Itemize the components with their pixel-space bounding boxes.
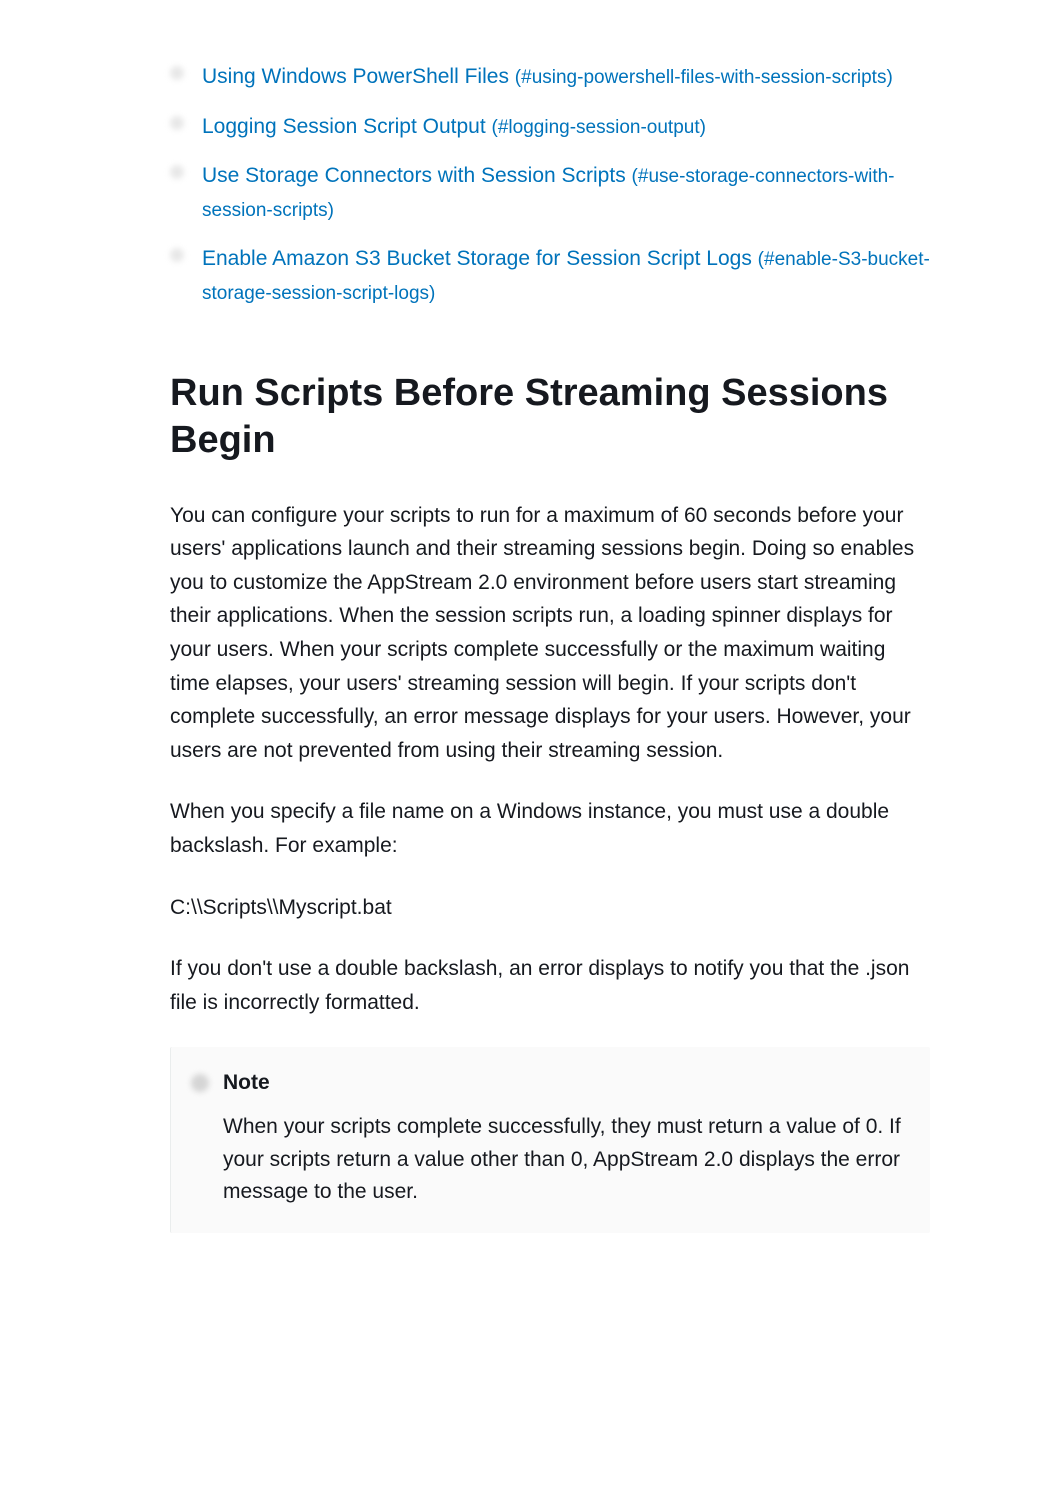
- toc-title: Use Storage Connectors with Session Scri…: [202, 164, 626, 187]
- toc-title: Logging Session Script Output: [202, 115, 486, 138]
- bullet-icon: [170, 165, 184, 179]
- content-wrapper: Using Windows PowerShell Files (#using-p…: [170, 60, 930, 1233]
- note-title: Note: [223, 1071, 270, 1095]
- bullet-icon: [170, 66, 184, 80]
- toc-link-storage-connectors[interactable]: Use Storage Connectors with Session Scri…: [202, 159, 930, 226]
- note-icon: [191, 1074, 209, 1092]
- toc-title: Enable Amazon S3 Bucket Storage for Sess…: [202, 247, 752, 270]
- toc-title: Using Windows PowerShell Files: [202, 65, 509, 88]
- toc-item: Enable Amazon S3 Bucket Storage for Sess…: [170, 242, 930, 309]
- note-box: Note When your scripts complete successf…: [170, 1047, 930, 1233]
- note-header: Note: [191, 1071, 902, 1095]
- toc-link-s3-bucket[interactable]: Enable Amazon S3 Bucket Storage for Sess…: [202, 242, 930, 309]
- paragraph-1: You can configure your scripts to run fo…: [170, 499, 930, 768]
- note-body: When your scripts complete successfully,…: [191, 1111, 902, 1209]
- toc-link-powershell[interactable]: Using Windows PowerShell Files (#using-p…: [202, 60, 893, 94]
- toc-link-logging[interactable]: Logging Session Script Output (#logging-…: [202, 110, 706, 144]
- section-heading: Run Scripts Before Streaming Sessions Be…: [170, 370, 930, 465]
- code-example: C:\\Scripts\\Myscript.bat: [170, 891, 930, 925]
- toc-anchor: (#logging-session-output): [492, 117, 706, 138]
- toc-item: Logging Session Script Output (#logging-…: [170, 110, 930, 144]
- bullet-icon: [170, 116, 184, 130]
- paragraph-2: When you specify a file name on a Window…: [170, 795, 930, 862]
- bullet-icon: [170, 248, 184, 262]
- table-of-contents: Using Windows PowerShell Files (#using-p…: [170, 60, 930, 310]
- toc-anchor: (#using-powershell-files-with-session-sc…: [515, 67, 893, 88]
- toc-item: Use Storage Connectors with Session Scri…: [170, 159, 930, 226]
- paragraph-3: If you don't use a double backslash, an …: [170, 952, 930, 1019]
- toc-item: Using Windows PowerShell Files (#using-p…: [170, 60, 930, 94]
